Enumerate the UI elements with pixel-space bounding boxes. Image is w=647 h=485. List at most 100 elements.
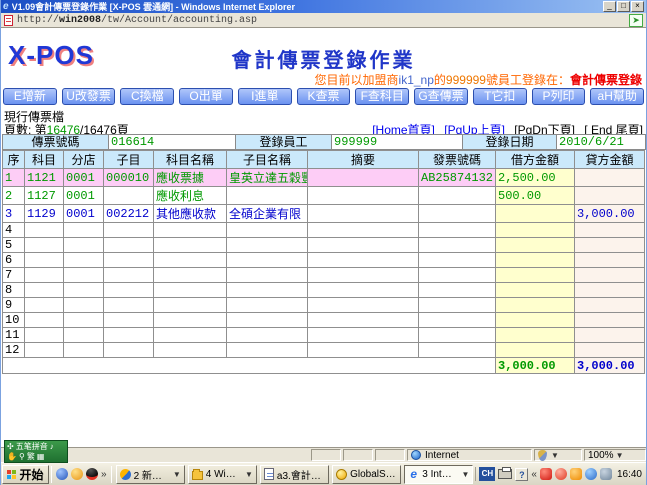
toolbar-button-7[interactable]: F查科目 <box>355 88 409 105</box>
table-row[interactable]: 6 <box>3 253 645 268</box>
cell-invoice[interactable] <box>419 187 496 205</box>
cell-branch[interactable]: 0001 <box>64 169 104 187</box>
cell-subject-name[interactable]: 應收票據 <box>154 169 227 187</box>
cell-subject[interactable]: 1129 <box>25 205 64 223</box>
cell-subject-name[interactable] <box>154 253 227 268</box>
cell-subitem[interactable] <box>104 343 154 358</box>
cell-subitem-name[interactable] <box>227 328 308 343</box>
cell-credit[interactable] <box>575 187 645 205</box>
cell-subject[interactable] <box>25 343 64 358</box>
cell-invoice[interactable] <box>419 205 496 223</box>
task-windows-group[interactable]: 4 Windows ... ▼ <box>188 465 257 484</box>
row-seq[interactable]: 6 <box>3 253 25 268</box>
cell-subject-name[interactable] <box>154 283 227 298</box>
cell-invoice[interactable] <box>419 223 496 238</box>
cell-branch[interactable]: 0001 <box>64 187 104 205</box>
cell-invoice[interactable] <box>419 283 496 298</box>
cell-subject-name[interactable] <box>154 328 227 343</box>
cell-debit[interactable] <box>496 283 575 298</box>
cell-subitem[interactable]: 002212 <box>104 205 154 223</box>
quicklaunch-qq-icon[interactable] <box>86 468 98 480</box>
cell-subject-name[interactable] <box>154 298 227 313</box>
cell-debit[interactable] <box>496 328 575 343</box>
cell-subitem-name[interactable] <box>227 298 308 313</box>
tray-volume-icon[interactable] <box>600 468 612 480</box>
toolbar-button-3[interactable]: C換檔 <box>120 88 174 105</box>
cell-summary[interactable] <box>308 268 419 283</box>
cell-invoice[interactable] <box>419 253 496 268</box>
cell-subitem-name[interactable] <box>227 187 308 205</box>
cell-subitem-name[interactable] <box>227 238 308 253</box>
toolbar-button-10[interactable]: P列印 <box>532 88 586 105</box>
cell-debit[interactable] <box>496 205 575 223</box>
start-button[interactable]: 开始 <box>2 465 49 484</box>
ime-language-indicator[interactable]: CH <box>479 467 495 481</box>
table-row[interactable]: 111210001000010應收票據皇英立達五穀豐收AB258741322,5… <box>3 169 645 187</box>
cell-summary[interactable] <box>308 298 419 313</box>
cell-subitem[interactable] <box>104 268 154 283</box>
table-row[interactable]: 10 <box>3 313 645 328</box>
minimize-button[interactable]: _ <box>603 1 616 12</box>
cell-summary[interactable] <box>308 283 419 298</box>
employee-value[interactable]: 999999 <box>332 135 463 149</box>
cell-subject[interactable] <box>25 313 64 328</box>
cell-branch[interactable] <box>64 328 104 343</box>
dropdown-icon[interactable]: ▼ <box>245 470 253 479</box>
dropdown-icon[interactable]: ▼ <box>462 470 470 479</box>
table-row[interactable]: 8 <box>3 283 645 298</box>
cell-subitem[interactable] <box>104 223 154 238</box>
tray-security-icon[interactable] <box>570 468 582 480</box>
table-row[interactable]: 211270001應收利息500.00 <box>3 187 645 205</box>
cell-invoice[interactable] <box>419 298 496 313</box>
cell-subitem[interactable] <box>104 187 154 205</box>
address-url[interactable]: http://win2008/tw/Account/accounting.asp <box>17 15 629 26</box>
cell-summary[interactable] <box>308 313 419 328</box>
voucher-no-value[interactable]: 016614 <box>109 135 236 149</box>
close-button[interactable]: × <box>631 1 644 12</box>
date-value[interactable]: 2010/6/21 <box>557 135 645 149</box>
cell-credit[interactable] <box>575 343 645 358</box>
cell-subject[interactable] <box>25 298 64 313</box>
ime-keyboard-icon[interactable]: ▦ <box>37 452 45 462</box>
row-seq[interactable]: 8 <box>3 283 25 298</box>
row-seq[interactable]: 11 <box>3 328 25 343</box>
cell-debit[interactable] <box>496 268 575 283</box>
table-row[interactable]: 4 <box>3 223 645 238</box>
toolbar-button-5[interactable]: I進單 <box>238 88 292 105</box>
cell-debit[interactable]: 500.00 <box>496 187 575 205</box>
cell-subitem-name[interactable] <box>227 253 308 268</box>
cell-subitem[interactable] <box>104 283 154 298</box>
toolbar-button-4[interactable]: O出單 <box>179 88 233 105</box>
help-icon[interactable]: ? <box>515 468 528 481</box>
cell-subitem-name[interactable] <box>227 313 308 328</box>
quicklaunch-mail-icon[interactable] <box>71 468 83 480</box>
cell-subject[interactable]: 1127 <box>25 187 64 205</box>
row-seq[interactable]: 10 <box>3 313 25 328</box>
quicklaunch-messenger-icon[interactable] <box>56 468 68 480</box>
task-globalscape[interactable]: GlobalSCAPE... <box>332 465 401 484</box>
cell-subitem[interactable] <box>104 238 154 253</box>
cell-summary[interactable] <box>308 223 419 238</box>
row-seq[interactable]: 3 <box>3 205 25 223</box>
cell-subitem-name[interactable] <box>227 283 308 298</box>
cell-summary[interactable] <box>308 238 419 253</box>
tray-messenger-icon[interactable] <box>555 468 567 480</box>
cell-subitem-name[interactable] <box>227 343 308 358</box>
cell-subject[interactable]: 1121 <box>25 169 64 187</box>
cell-debit[interactable]: 2,500.00 <box>496 169 575 187</box>
toolbar-button-11[interactable]: aH幫助 <box>590 88 644 105</box>
cell-summary[interactable] <box>308 328 419 343</box>
cell-subject-name[interactable] <box>154 238 227 253</box>
cell-credit[interactable] <box>575 313 645 328</box>
toolbar-button-2[interactable]: U改發票 <box>62 88 116 105</box>
dropdown-icon[interactable]: ▼ <box>173 470 181 479</box>
cell-branch[interactable] <box>64 298 104 313</box>
protected-mode-segment[interactable]: ▼ <box>534 449 582 461</box>
ime-sound-icon[interactable]: ♪ <box>50 442 54 452</box>
cell-credit[interactable] <box>575 169 645 187</box>
cell-summary[interactable] <box>308 187 419 205</box>
cell-debit[interactable] <box>496 238 575 253</box>
cell-summary[interactable] <box>308 169 419 187</box>
toolbar-button-1[interactable]: E增新 <box>3 88 57 105</box>
toolbar-button-8[interactable]: G查傳票 <box>414 88 468 105</box>
